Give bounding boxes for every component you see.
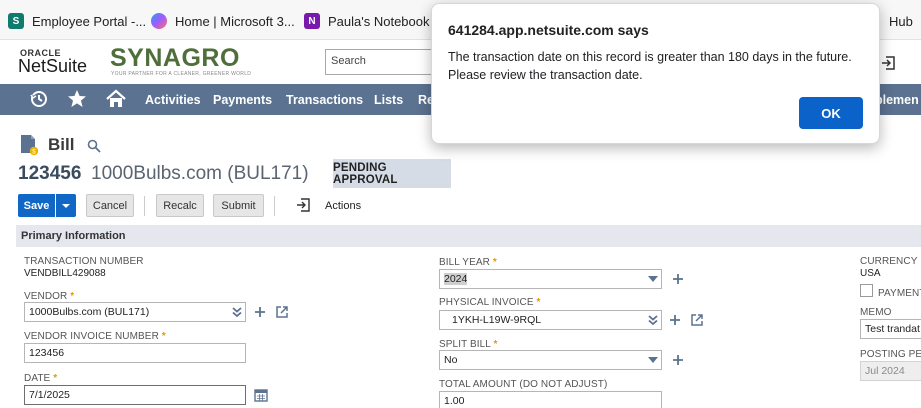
vendor-select[interactable]: 1000Bulbs.com (BUL171): [24, 302, 246, 322]
search-icon[interactable]: [87, 139, 101, 153]
memo-field[interactable]: Test trandat: [860, 319, 921, 339]
section-title: Primary Information: [21, 230, 126, 242]
add-bill-year-icon[interactable]: [671, 272, 685, 286]
toolbar-divider: [144, 196, 145, 216]
home-icon[interactable]: [106, 89, 126, 109]
record-number: 123456: [18, 163, 82, 184]
required-marker: *: [53, 373, 58, 384]
bookmark-hub[interactable]: Hub: [876, 12, 913, 30]
bookmark-label: Hub: [889, 13, 913, 29]
dropdown-arrow-icon[interactable]: [647, 355, 659, 365]
browser-window: S Employee Portal -... Home | Microsoft …: [0, 0, 921, 408]
favorites-star-icon[interactable]: [67, 89, 87, 109]
split-bill-label-text: SPLIT BILL: [439, 339, 491, 350]
bill-year-label: BILL YEAR *: [439, 257, 497, 268]
actions-icon[interactable]: [296, 197, 312, 213]
posting-period-label: POSTING PER: [860, 349, 921, 360]
toolbar-divider: [274, 196, 275, 216]
cancel-button[interactable]: Cancel: [86, 194, 134, 217]
record-vendor-name: 1000Bulbs.com (BUL171): [91, 163, 309, 184]
vendor-invoice-number-label: VENDOR INVOICE NUMBER *: [24, 331, 166, 342]
save-options-button[interactable]: [56, 194, 76, 217]
bill-year-value: 2024: [444, 273, 468, 285]
submit-button[interactable]: Submit: [213, 194, 264, 217]
physical-invoice-label-text: PHYSICAL INVOICE: [439, 297, 534, 308]
global-search-input[interactable]: Search: [325, 49, 435, 75]
nav-transactions[interactable]: Transactions: [286, 93, 363, 107]
required-marker: *: [493, 339, 498, 350]
recalc-button[interactable]: Recalc: [156, 194, 204, 217]
required-marker: *: [536, 297, 541, 308]
company-tagline: YOUR PARTNER FOR A CLEANER, GREENER WORL…: [111, 71, 252, 77]
nav-supplemental[interactable]: plemen: [875, 93, 919, 107]
bookmark-onenote[interactable]: N Paula's Notebook -...: [304, 12, 448, 30]
nav-lists[interactable]: Lists: [374, 93, 403, 107]
bookmark-employee-portal[interactable]: S Employee Portal -...: [8, 12, 146, 30]
posting-period-field: Jul 2024: [860, 361, 921, 381]
dropdown-arrow-icon[interactable]: [647, 274, 659, 284]
split-bill-label: SPLIT BILL *: [439, 339, 497, 350]
vendor-label: VENDOR *: [24, 291, 74, 302]
date-field[interactable]: 7/1/2025: [24, 385, 246, 405]
onenote-icon: N: [304, 13, 320, 29]
nav-activities[interactable]: Activities: [145, 93, 201, 107]
calendar-icon[interactable]: [254, 388, 268, 402]
copilot-icon: [151, 13, 167, 29]
netsuite-logo: NetSuite: [18, 56, 88, 76]
add-physical-invoice-icon[interactable]: [668, 313, 682, 327]
double-chevron-icon[interactable]: [231, 307, 243, 317]
company-logo: SYNAGRO: [110, 44, 240, 72]
required-marker: *: [70, 291, 75, 302]
status-badge: PENDING APPROVAL: [333, 159, 451, 188]
required-marker: *: [161, 331, 166, 342]
vendor-label-text: VENDOR: [24, 291, 68, 302]
alert-title: 641284.app.netsuite.com says: [448, 22, 649, 38]
record-type-label: Bill: [48, 135, 75, 154]
add-vendor-icon[interactable]: [253, 305, 267, 319]
save-button[interactable]: Save: [18, 194, 55, 217]
open-physical-invoice-icon[interactable]: [690, 313, 704, 327]
bill-year-select[interactable]: 2024: [439, 269, 662, 289]
physical-invoice-label: PHYSICAL INVOICE *: [439, 297, 540, 308]
open-vendor-icon[interactable]: [275, 305, 289, 319]
browser-alert-dialog: 641284.app.netsuite.com says The transac…: [431, 3, 880, 144]
recent-history-icon[interactable]: [29, 89, 49, 109]
currency-value: USA: [860, 268, 881, 279]
physical-invoice-select[interactable]: 1YKH-L19W-9RQL: [439, 310, 662, 330]
recent-records-icon[interactable]: [880, 54, 900, 72]
ok-button[interactable]: OK: [799, 97, 863, 129]
transaction-number-label: TRANSACTION NUMBER: [24, 256, 144, 267]
nav-payments[interactable]: Payments: [213, 93, 272, 107]
bookmark-microsoft-home[interactable]: Home | Microsoft 3...: [151, 12, 295, 30]
payment-hold-label: PAYMENT: [878, 288, 921, 299]
vendor-invoice-number-field[interactable]: 123456: [24, 343, 246, 363]
vendor-invoice-number-label-text: VENDOR INVOICE NUMBER: [24, 331, 159, 342]
bookmark-label: Employee Portal -...: [32, 13, 147, 29]
bookmark-label: Home | Microsoft 3...: [175, 13, 295, 29]
payment-hold-checkbox[interactable]: [860, 284, 873, 297]
sharepoint-icon: S: [8, 13, 24, 29]
memo-label: MEMO: [860, 307, 892, 318]
total-amount-label: TOTAL AMOUNT (DO NOT ADJUST): [439, 379, 608, 390]
bill-year-label-text: BILL YEAR: [439, 257, 490, 268]
double-chevron-icon[interactable]: [647, 315, 659, 325]
date-label-text: DATE: [24, 373, 51, 384]
primary-information-section[interactable]: [16, 225, 921, 247]
actions-menu[interactable]: Actions: [325, 200, 361, 212]
add-split-bill-icon[interactable]: [671, 353, 685, 367]
split-bill-select[interactable]: No: [439, 350, 662, 370]
transaction-number-value: VENDBILL429088: [24, 268, 106, 279]
bill-record-icon: $: [21, 135, 38, 156]
currency-label: CURRENCY: [860, 256, 918, 267]
total-amount-field[interactable]: 1.00: [439, 391, 662, 408]
required-marker: *: [492, 257, 497, 268]
date-label: DATE *: [24, 373, 57, 384]
alert-message: The transaction date on this record is g…: [448, 50, 852, 82]
chevron-down-icon: [62, 203, 70, 208]
